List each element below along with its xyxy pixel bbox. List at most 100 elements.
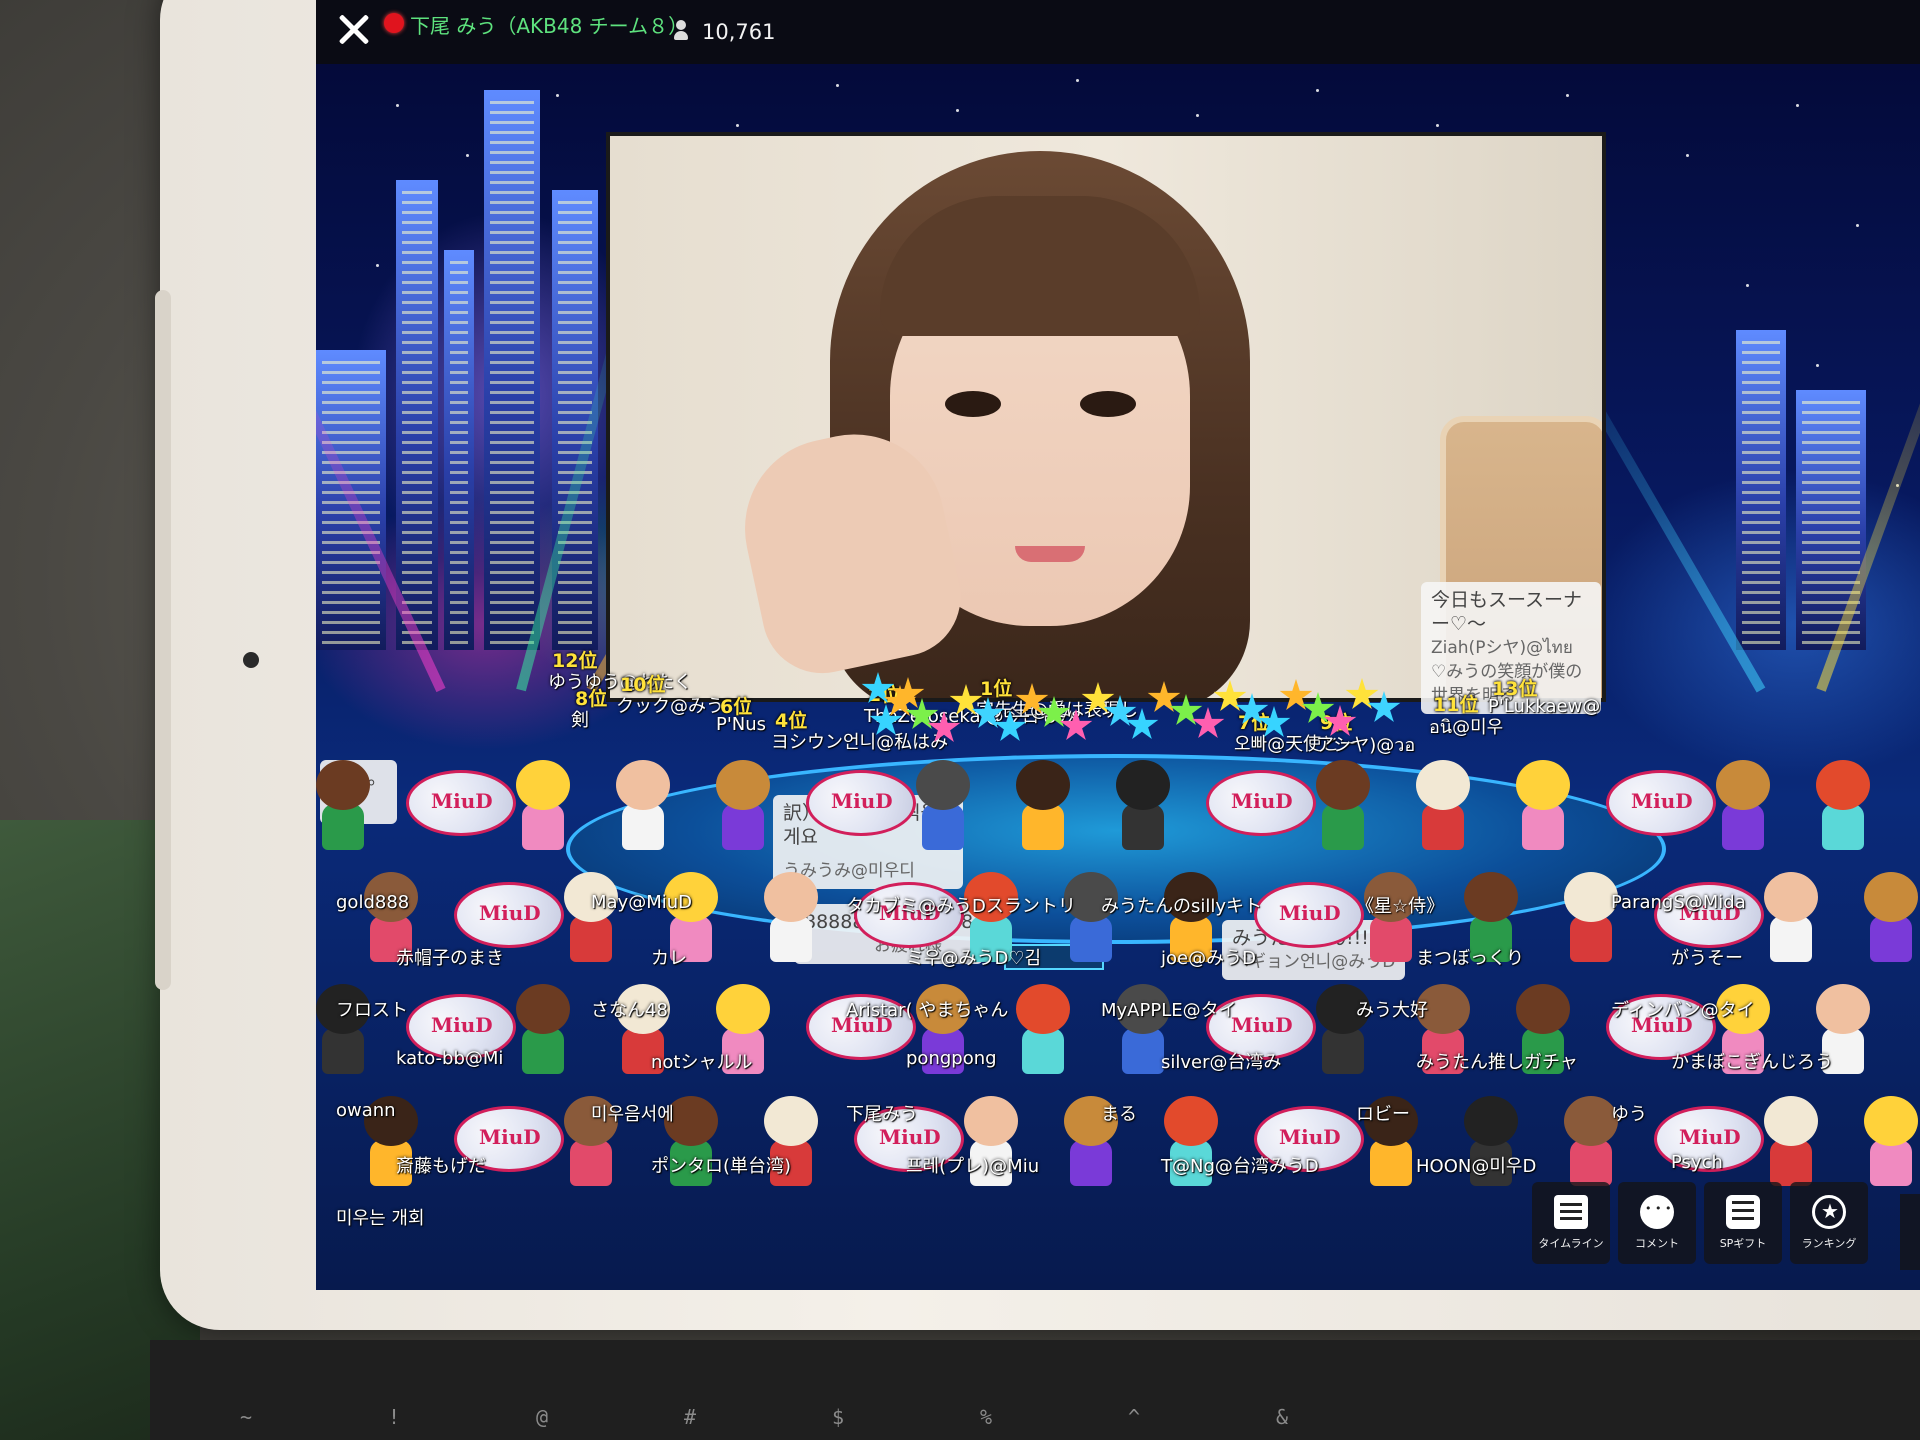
audience-user-name: MyAPPLE@タイ — [1101, 1000, 1237, 1021]
audience-user-name: owann — [336, 1100, 396, 1121]
audience-avatar — [1306, 760, 1380, 852]
skyscraper — [1736, 330, 1786, 650]
ranking-user-name: P'Lukkaew@ — [1488, 696, 1601, 717]
skyscraper — [444, 250, 474, 650]
audience-avatar — [1506, 760, 1580, 852]
audience-user-name: pongpong — [906, 1048, 997, 1069]
audience-avatar — [1854, 872, 1920, 964]
audience-avatar — [1754, 872, 1828, 964]
audience-user-name: ポンタロ(単台湾) — [651, 1156, 792, 1177]
audience-avatar — [1706, 760, 1780, 852]
audience-user-name: がうそー — [1671, 948, 1743, 969]
audience-user-name: T@Ng@台湾みうD — [1161, 1156, 1319, 1177]
miud-fish-gift-icon — [1606, 770, 1716, 836]
keyboard-edge — [150, 1340, 1920, 1440]
skyscraper — [396, 180, 438, 650]
audience-avatar — [1806, 760, 1880, 852]
audience-avatar — [554, 872, 628, 964]
audience-user-name: フロスト — [336, 1000, 408, 1021]
ranking-button[interactable]: ランキング — [1790, 1182, 1868, 1264]
tablet-side-button — [155, 290, 171, 990]
audience-avatar — [1554, 872, 1628, 964]
audience-user-name: 미우음서에 — [591, 1104, 674, 1125]
skyscraper — [1796, 390, 1866, 650]
timeline-label: タイムライン — [1538, 1237, 1604, 1250]
gift-list-icon — [1726, 1195, 1760, 1229]
ranking-user-name: ヨシウン언니@私はみ — [771, 732, 949, 753]
expand-panel-button[interactable] — [1900, 1194, 1920, 1270]
miud-fish-gift-icon — [1206, 770, 1316, 836]
audience-user-name: まる — [1101, 1104, 1137, 1125]
audience-user-name: kato-bb@Mi — [396, 1048, 504, 1069]
keyboard-key-glyph: # — [684, 1405, 697, 1429]
audience-user-name: May@MiuD — [591, 892, 693, 913]
comment-user: Ziah(Pシヤ)@ไทย — [1431, 638, 1573, 658]
comment-label: コメント — [1635, 1237, 1679, 1250]
streamer-room-title: 下尾 みう（AKB48 チーム８） — [410, 14, 689, 38]
audience-user-name: ミ우@みうD♡김 — [906, 948, 1042, 969]
audience-user-name: カレ — [651, 948, 687, 969]
audience-avatar — [1106, 760, 1180, 852]
comment-button[interactable]: コメント — [1618, 1182, 1696, 1264]
audience-avatar — [1006, 760, 1080, 852]
tablet-camera — [243, 652, 259, 668]
stream-header-bar: 下尾 みう（AKB48 チーム８） 10,761 — [316, 0, 1920, 64]
audience-avatar — [506, 984, 580, 1076]
audience-user-name: 斎藤もげだ — [396, 1156, 486, 1177]
bottom-toolbar: タイムライン コメント SPギフト ランキング — [1532, 1182, 1868, 1278]
audience-avatar — [316, 760, 380, 852]
audience-user-name: Aristar( やまちゃん — [846, 1000, 1009, 1021]
audience-avatar — [606, 760, 680, 852]
close-button[interactable] — [330, 6, 378, 54]
miud-fish-gift-icon — [1254, 882, 1364, 948]
ranking-label: ランキング — [1801, 1237, 1857, 1250]
timeline-button[interactable]: タイムライン — [1532, 1182, 1610, 1264]
audience-user-name: silver@台湾み — [1161, 1052, 1282, 1073]
audience-user-name: みう大好 — [1356, 1000, 1428, 1021]
comment-icon — [1640, 1195, 1674, 1229]
audience-user-name: タカブミ@みうDスラントリ — [846, 896, 1076, 917]
miud-fish-gift-icon — [806, 770, 916, 836]
keyboard-key-glyph: & — [1276, 1405, 1289, 1429]
audience-user-name: ゆう — [1611, 1104, 1647, 1125]
audience-user-name: Psych — [1671, 1152, 1723, 1173]
audience-user-name: 프레(プレ)@Miu — [906, 1156, 1040, 1177]
audience-avatar — [1854, 1096, 1920, 1188]
skyscraper — [484, 90, 540, 650]
audience-user-name: さなん48 — [591, 1000, 668, 1021]
sp-gift-button[interactable]: SPギフト — [1704, 1182, 1782, 1264]
ranking-user-name: クック@みう — [616, 696, 724, 717]
audience-user-name: HOON@미우D — [1416, 1156, 1537, 1177]
audience-avatar — [1406, 760, 1480, 852]
ranking-user-name: 剣 — [571, 710, 589, 731]
audience-user-name: ロビー — [1356, 1104, 1410, 1125]
timeline-icon — [1554, 1195, 1588, 1229]
audience-user-name: 《星☆侍》 — [1356, 896, 1445, 917]
ranking-star-icon — [1812, 1195, 1846, 1229]
audience-user-name: gold888 — [336, 892, 410, 913]
comment-text: 今日もスースーナー♡～ — [1431, 589, 1583, 635]
miud-fish-gift-icon — [454, 882, 564, 948]
miud-fish-gift-icon — [406, 770, 516, 836]
keyboard-key-glyph: $ — [832, 1405, 845, 1429]
viewer-person-icon — [674, 20, 688, 42]
keyboard-key-glyph: ^ — [1128, 1405, 1141, 1429]
audience-user-name: joe@みうD — [1161, 948, 1256, 969]
photo-scene: 今日もスースーナー♡～ Ziah(Pシヤ)@ไทย ♡みうの笑顔が僕の世界を明る… — [0, 0, 1920, 1440]
live-indicator-icon — [384, 13, 404, 33]
audience-user-name: 미우는 개회 — [336, 1208, 425, 1229]
ranking-user-name: P'Nus — [716, 714, 767, 735]
audience-user-name: みうたん推しガチャ — [1416, 1052, 1578, 1073]
audience-user-name: みうたんのsillyキト — [1101, 896, 1263, 917]
audience-avatar — [1054, 872, 1128, 964]
showroom-stream-screen: 今日もスースーナー♡～ Ziah(Pシヤ)@ไทย ♡みうの笑顔が僕の世界を明る… — [316, 0, 1920, 1290]
viewer-count: 10,761 — [702, 20, 776, 44]
audience-user-name: notシャルル — [651, 1052, 753, 1073]
keyboard-key-glyph: ~ — [240, 1405, 253, 1429]
sp-gift-label: SPギフト — [1719, 1237, 1767, 1250]
audience-user-name: まつぼっくり — [1416, 948, 1524, 969]
audience-avatar — [906, 760, 980, 852]
audience-user-name: かまぼこぎんじろう — [1671, 1052, 1833, 1073]
audience-user-name: ディンバン@タイ — [1611, 1000, 1755, 1021]
audience-user-name: 下尾みう — [846, 1104, 918, 1125]
